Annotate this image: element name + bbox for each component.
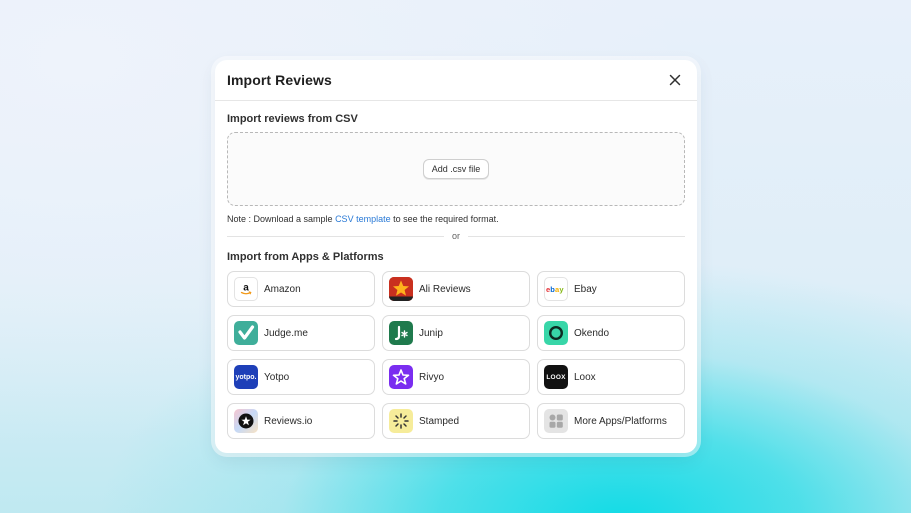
platform-label: Reviews.io <box>264 415 313 427</box>
rivyo-logo-icon <box>389 365 413 389</box>
platform-label: Junip <box>419 327 443 339</box>
csv-dropzone[interactable]: Add .csv file <box>227 132 685 206</box>
close-icon <box>669 74 681 86</box>
platform-label: Ali Reviews <box>419 283 471 295</box>
modal-header: Import Reviews <box>215 60 697 101</box>
import-reviews-modal: Import Reviews Import reviews from CSV A… <box>215 60 697 453</box>
modal-title: Import Reviews <box>227 72 332 88</box>
csv-template-link[interactable]: CSV template <box>335 214 391 224</box>
reviewsio-logo-icon <box>234 409 258 433</box>
svg-text:y: y <box>559 285 564 294</box>
platform-label: Stamped <box>419 415 460 427</box>
platform-card-yotpo[interactable]: yotpo. Yotpo <box>227 359 375 395</box>
platform-label: Judge.me <box>264 327 308 339</box>
divider-label: or <box>452 231 461 241</box>
platform-card-judgeme[interactable]: Judge.me <box>227 315 375 351</box>
add-csv-button[interactable]: Add .csv file <box>422 159 490 179</box>
platform-card-rivyo[interactable]: Rivyo <box>382 359 530 395</box>
svg-text:a: a <box>243 283 249 294</box>
platform-card-stamped[interactable]: Stamped <box>382 403 530 439</box>
platform-card-okendo[interactable]: Okendo <box>537 315 685 351</box>
divider-line-left <box>227 235 444 237</box>
loox-logo-icon: LOOX <box>544 365 568 389</box>
ali-reviews-logo-icon <box>389 277 413 301</box>
csv-note: Note : Download a sample CSV template to… <box>227 214 685 224</box>
divider-line-right <box>468 235 686 237</box>
platform-label: Okendo <box>574 327 610 339</box>
platform-label: Yotpo <box>264 371 290 383</box>
platform-card-loox[interactable]: LOOX Loox <box>537 359 685 395</box>
platform-label: Loox <box>574 371 596 383</box>
csv-section-heading: Import reviews from CSV <box>227 113 358 125</box>
platform-card-junip[interactable]: Junip <box>382 315 530 351</box>
yotpo-logo-icon: yotpo. <box>234 365 258 389</box>
note-prefix: Note : Download a sample <box>227 214 336 224</box>
modal-body: Import reviews from CSV Add .csv file No… <box>215 101 697 439</box>
close-button[interactable] <box>665 70 685 90</box>
okendo-logo-icon <box>544 321 568 345</box>
platforms-section-heading: Import from Apps & Platforms <box>227 251 384 263</box>
platforms-grid: a Amazon Ali Reviews e b a y Ebay Judge.… <box>227 271 685 439</box>
or-divider: or <box>227 230 686 242</box>
apps-grid-icon <box>544 409 568 433</box>
platform-label: Ebay <box>574 283 597 295</box>
ebay-logo-icon: e b a y <box>544 277 568 301</box>
stamped-logo-icon <box>389 409 413 433</box>
platform-label: Rivyo <box>419 371 445 383</box>
platform-label: More Apps/Platforms <box>574 415 667 427</box>
judgeme-logo-icon <box>234 321 258 345</box>
platform-card-amazon[interactable]: a Amazon <box>227 271 375 307</box>
note-suffix: to see the required format. <box>390 214 499 224</box>
junip-logo-icon <box>389 321 413 345</box>
yotpo-logo-text: yotpo. <box>235 373 257 381</box>
amazon-logo-icon: a <box>234 277 258 301</box>
platform-label: Amazon <box>264 283 301 295</box>
loox-logo-text: LOOX <box>546 373 566 381</box>
platform-card-more-apps[interactable]: More Apps/Platforms <box>537 403 685 439</box>
platform-card-ali-reviews[interactable]: Ali Reviews <box>382 271 530 307</box>
platform-card-reviewsio[interactable]: Reviews.io <box>227 403 375 439</box>
platform-card-ebay[interactable]: e b a y Ebay <box>537 271 685 307</box>
